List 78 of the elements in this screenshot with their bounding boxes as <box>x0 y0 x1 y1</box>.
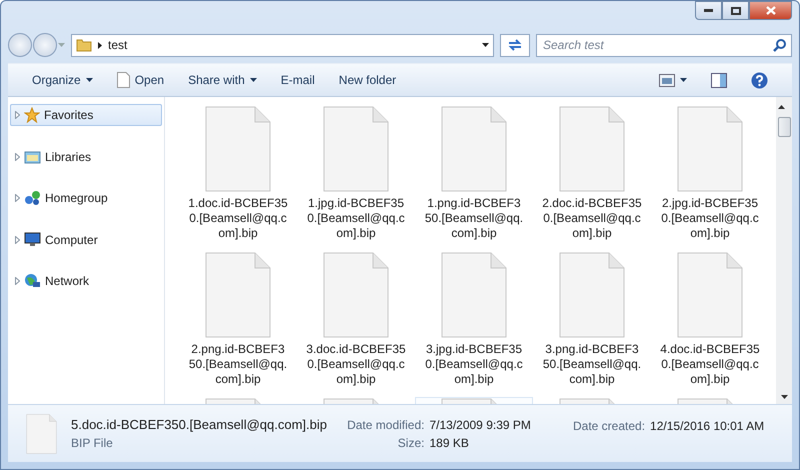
nav-item[interactable]: Homegroup <box>10 187 162 209</box>
address-bar[interactable]: test <box>71 34 494 56</box>
toolbar-button[interactable]: Share with <box>178 68 267 92</box>
refresh-button[interactable] <box>500 34 530 56</box>
chevron-icon <box>98 42 102 48</box>
back-button[interactable] <box>8 33 32 57</box>
maximize-icon <box>730 6 740 14</box>
expand-icon <box>15 111 20 119</box>
file-icon <box>205 252 271 338</box>
homegroup-icon <box>24 190 41 206</box>
field-label: Date modified: <box>347 416 424 434</box>
caret-icon <box>482 43 489 47</box>
field-label: Size: <box>398 434 424 452</box>
caret-icon <box>780 395 788 399</box>
folder-icon <box>76 38 92 52</box>
search-field[interactable]: Search test <box>536 34 792 56</box>
file-item[interactable]: 3.jpg.id-BCBEF350.[Beamsell@qq.com].bip <box>415 251 533 401</box>
file-icon <box>205 106 271 192</box>
maximize-button[interactable] <box>722 1 749 20</box>
file-name: 1.doc.id-BCBEF350.[Beamsell@qq.com].bip <box>188 196 288 241</box>
caret-icon <box>58 43 65 47</box>
scrollbar[interactable] <box>776 97 792 404</box>
minimize-button[interactable] <box>695 1 722 20</box>
toolbar-button[interactable]: Organize <box>22 68 103 92</box>
star-icon <box>24 107 40 123</box>
caret-icon <box>778 104 784 109</box>
library-icon <box>24 150 41 164</box>
file-name: 1.png.id-BCBEF350.[Beamsell@qq.com].bip <box>424 196 524 241</box>
view-icon <box>659 74 675 86</box>
field-label: Date created: <box>573 418 646 435</box>
expand-icon <box>15 194 20 202</box>
file-name: 3.png.id-BCBEF350.[Beamsell@qq.com].bip <box>542 342 642 387</box>
file-icon <box>677 106 743 192</box>
expand-icon <box>15 236 20 244</box>
file-name: 2.jpg.id-BCBEF350.[Beamsell@qq.com].bip <box>660 196 760 241</box>
file-icon <box>441 106 507 192</box>
file-icon <box>323 106 389 192</box>
nav-item[interactable]: Network <box>10 270 162 292</box>
close-icon <box>766 6 776 15</box>
caret-icon <box>86 78 93 82</box>
caret-icon <box>680 78 687 82</box>
file-name: 3.jpg.id-BCBEF350.[Beamsell@qq.com].bip <box>424 342 524 387</box>
field-value: 189 KB <box>429 434 469 452</box>
file-icon <box>26 414 57 454</box>
expand-icon <box>15 152 20 160</box>
pane-icon <box>711 72 727 88</box>
file-icon <box>677 252 743 338</box>
caret-icon <box>250 78 257 82</box>
scroll-thumb[interactable] <box>778 117 790 137</box>
file-name: 4.doc.id-BCBEF350.[Beamsell@qq.com].bip <box>660 342 760 387</box>
help-icon <box>751 72 768 88</box>
nav-item[interactable]: Computer <box>10 228 162 250</box>
search-icon <box>773 38 786 52</box>
field-value: 12/15/2016 10:01 AM <box>650 418 764 435</box>
file-name: 3.doc.id-BCBEF350.[Beamsell@qq.com].bip <box>306 342 406 387</box>
toolbar-button[interactable]: New folder <box>328 68 406 92</box>
toolbar-button[interactable]: Open <box>106 68 174 92</box>
document-icon <box>116 72 130 88</box>
file-name: 2.png.id-BCBEF350.[Beamsell@qq.com].bip <box>188 342 288 387</box>
minimize-icon <box>704 9 713 12</box>
file-icon <box>559 106 625 192</box>
file-name: 2.doc.id-BCBEF350.[Beamsell@qq.com].bip <box>542 196 642 241</box>
network-icon <box>24 273 41 289</box>
file-icon <box>559 252 625 338</box>
expand-icon <box>15 277 20 285</box>
breadcrumb[interactable]: test <box>108 36 128 54</box>
file-icon <box>323 252 389 338</box>
toolbar-button[interactable]: E-mail <box>270 68 325 92</box>
computer-icon <box>24 232 41 247</box>
nav-item[interactable]: Favorites <box>10 104 162 126</box>
refresh-icon <box>507 38 523 52</box>
file-type: BIP File <box>71 435 114 452</box>
forward-button[interactable] <box>33 33 57 57</box>
file-name: 1.jpg.id-BCBEF350.[Beamsell@qq.com].bip <box>306 196 406 241</box>
nav-item[interactable]: Libraries <box>10 146 162 168</box>
field-value: 7/13/2009 9:39 PM <box>429 416 531 434</box>
close-button[interactable] <box>749 1 792 20</box>
file-icon <box>441 252 507 338</box>
